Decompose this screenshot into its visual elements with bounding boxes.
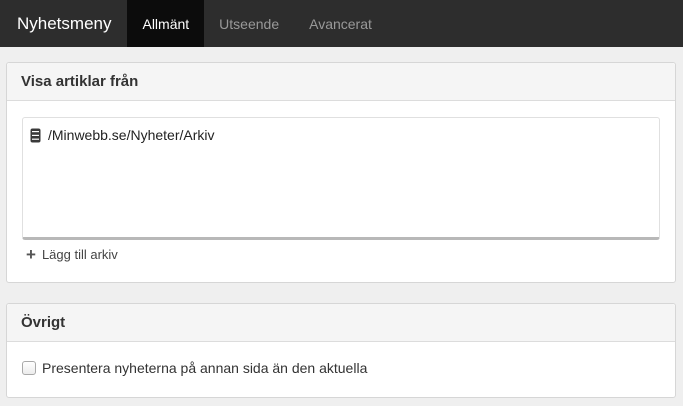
tab-utseende[interactable]: Utseende [204, 0, 294, 47]
other-settings-panel: Övrigt Presentera nyheterna på annan sid… [6, 303, 676, 398]
add-archive-button[interactable]: + Lägg till arkiv [26, 246, 118, 263]
archive-list: /Minwebb.se/Nyheter/Arkiv [22, 117, 660, 240]
plus-icon: + [26, 245, 36, 264]
database-icon [30, 128, 41, 142]
app-title: Nyhetsmeny [17, 13, 112, 33]
archive-list-item[interactable]: /Minwebb.se/Nyheter/Arkiv [30, 127, 215, 143]
top-navigation-bar: Nyhetsmeny Allmänt Utseende Avancerat [0, 0, 683, 47]
present-elsewhere-option[interactable]: Presentera nyheterna på annan sida än de… [22, 360, 367, 376]
tab-allmant[interactable]: Allmänt [127, 0, 205, 47]
present-elsewhere-label: Presentera nyheterna på annan sida än de… [42, 360, 368, 376]
add-archive-label: Lägg till arkiv [41, 247, 118, 262]
present-elsewhere-checkbox[interactable] [22, 361, 36, 375]
articles-source-panel: Visa artiklar från /Minwebb.se/Nyheter/A… [6, 62, 676, 283]
articles-panel-title: Visa artiklar från [7, 63, 675, 101]
tab-avancerat[interactable]: Avancerat [294, 0, 387, 47]
archive-path: /Minwebb.se/Nyheter/Arkiv [48, 127, 215, 143]
other-panel-title: Övrigt [7, 304, 675, 342]
